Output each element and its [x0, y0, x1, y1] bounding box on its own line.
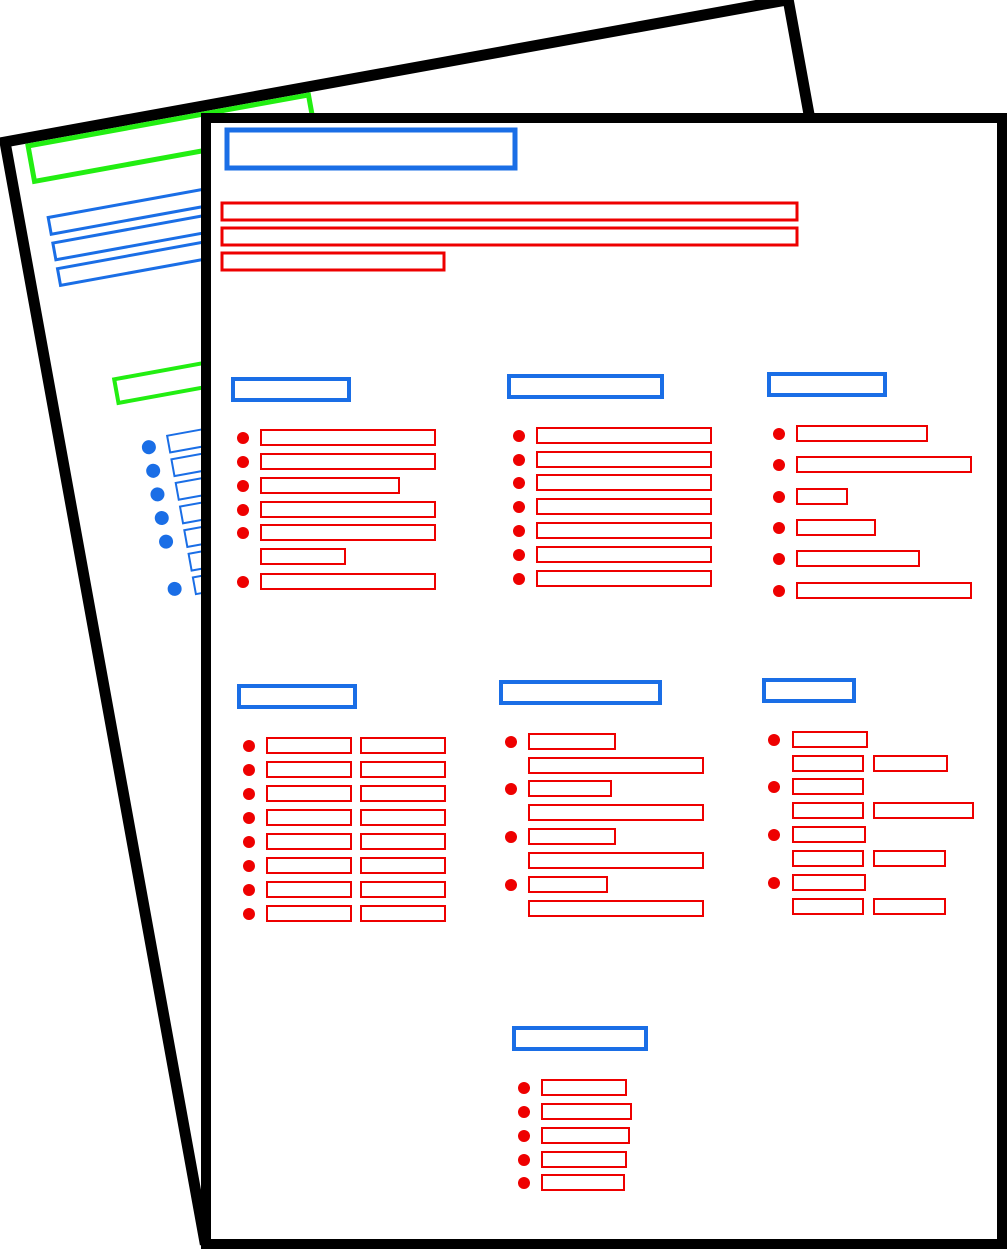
bullet-dot — [518, 1154, 530, 1166]
bullet-dot — [237, 456, 249, 468]
bullet-dot — [243, 860, 255, 872]
bullet-dot — [773, 522, 785, 534]
bullet-dot — [518, 1106, 530, 1118]
bullet-dot — [768, 877, 780, 889]
bullet-dot — [513, 454, 525, 466]
bullet-dot — [243, 836, 255, 848]
bullet-dot — [768, 829, 780, 841]
bullet-dot — [518, 1082, 530, 1094]
bullet-dot — [513, 501, 525, 513]
bullet-dot — [243, 764, 255, 776]
bullet-dot — [768, 781, 780, 793]
bullet-dot — [773, 585, 785, 597]
bullet-dot — [773, 459, 785, 471]
bullet-dot — [513, 477, 525, 489]
bullet-dot — [518, 1130, 530, 1142]
bullet-dot — [513, 525, 525, 537]
bullet-dot — [243, 812, 255, 824]
bullet-dot — [505, 879, 517, 891]
bullet-dot — [505, 831, 517, 843]
bullet-dot — [243, 908, 255, 920]
bullet-dot — [237, 432, 249, 444]
bullet-dot — [505, 783, 517, 795]
bullet-dot — [773, 491, 785, 503]
bullet-dot — [773, 553, 785, 565]
bullet-dot — [237, 480, 249, 492]
bullet-dot — [243, 740, 255, 752]
bullet-dot — [237, 504, 249, 516]
bullet-dot — [243, 788, 255, 800]
document-pages-illustration — [0, 0, 1007, 1249]
bullet-dot — [243, 884, 255, 896]
bullet-dot — [513, 549, 525, 561]
bullet-dot — [768, 734, 780, 746]
bullet-dot — [518, 1177, 530, 1189]
bullet-dot — [513, 430, 525, 442]
bullet-dot — [505, 736, 517, 748]
front-page — [201, 113, 1007, 1249]
bullet-dot — [237, 576, 249, 588]
bullet-dot — [773, 428, 785, 440]
bullet-dot — [513, 573, 525, 585]
bullet-dot — [237, 527, 249, 539]
